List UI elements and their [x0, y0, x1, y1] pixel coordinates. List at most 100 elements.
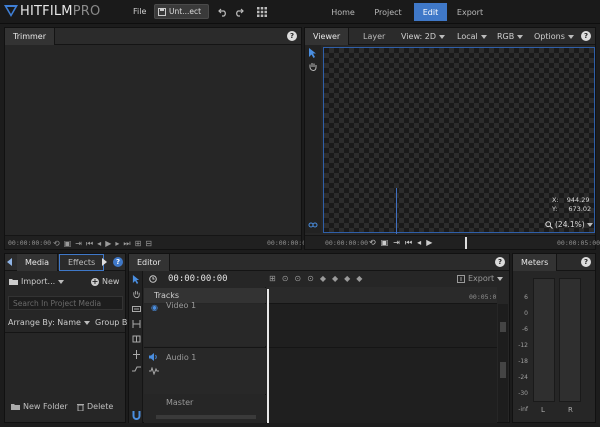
slip-tool-icon[interactable]: [130, 303, 142, 315]
delete-label: Delete: [87, 402, 114, 411]
marker-icon[interactable]: ◆: [320, 274, 326, 283]
delete-button[interactable]: Delete: [77, 402, 113, 411]
options-menu[interactable]: Options: [534, 28, 574, 45]
rate-stretch-tool-icon[interactable]: [130, 363, 142, 375]
step-back-icon[interactable]: ◂: [97, 239, 101, 249]
timeline-area[interactable]: 00:05:0: [267, 287, 497, 423]
output-icon[interactable]: ⇥: [75, 239, 82, 249]
timeline-scrollbar[interactable]: [498, 304, 508, 422]
ripple-tool-icon[interactable]: [130, 318, 142, 330]
trimmer-help-icon[interactable]: ?: [287, 31, 297, 41]
tab-effects[interactable]: Effects: [59, 254, 105, 271]
nav-tab-export[interactable]: Export: [451, 3, 489, 21]
tab-media[interactable]: Media: [17, 254, 59, 271]
grid-icon[interactable]: [255, 5, 269, 19]
go-end-icon[interactable]: ⏭: [123, 239, 130, 249]
view-mode-select[interactable]: View: 2D: [401, 28, 446, 45]
hand-tool-icon[interactable]: [130, 288, 142, 300]
select-tool-icon[interactable]: [308, 48, 317, 58]
insert-icon[interactable]: ⊞: [135, 239, 142, 249]
hand-tool-icon[interactable]: [308, 62, 318, 72]
master-track-header[interactable]: Master: [144, 395, 266, 423]
zoom-select[interactable]: (24.1%): [545, 220, 593, 229]
tab-layer[interactable]: Layer: [355, 28, 393, 45]
loop-icon[interactable]: ⟲: [53, 239, 60, 249]
meter-scale-label: -6: [522, 326, 528, 333]
nav-tab-project[interactable]: Project: [366, 3, 410, 21]
editor-export-button[interactable]: Export: [457, 274, 504, 283]
keyframe-icon[interactable]: ⊙: [294, 274, 301, 283]
overlay-icon[interactable]: ⊟: [145, 239, 152, 249]
undo-icon[interactable]: [216, 5, 230, 19]
tab-viewer[interactable]: Viewer: [305, 28, 350, 45]
media-help-icon[interactable]: ?: [113, 257, 123, 267]
play-icon[interactable]: ▶: [105, 239, 111, 249]
scroll-right-icon[interactable]: [102, 258, 108, 266]
magnet-icon[interactable]: [130, 409, 142, 421]
link-tool-icon[interactable]: [308, 221, 318, 229]
chevron-down-icon: [83, 320, 90, 325]
new-button[interactable]: + New: [91, 277, 119, 286]
video-eye-icon[interactable]: ◉: [151, 303, 158, 312]
channel-select[interactable]: RGB: [497, 28, 524, 45]
output-icon[interactable]: ⇥: [393, 238, 400, 248]
nav-tab-home[interactable]: Home: [324, 3, 362, 21]
trash-icon: [77, 403, 84, 411]
go-start-icon[interactable]: ⏮: [405, 238, 412, 248]
master-track-name: Master: [166, 398, 194, 407]
roll-tool-icon[interactable]: [130, 333, 142, 345]
arrange-by-select[interactable]: Arrange By: Name: [8, 318, 90, 327]
step-back-icon[interactable]: ◂: [417, 238, 421, 248]
editor-timecode[interactable]: 00:00:00:00: [168, 274, 228, 284]
speaker-icon[interactable]: [149, 353, 158, 361]
select-tool-icon[interactable]: [130, 273, 142, 285]
redo-icon[interactable]: [232, 5, 246, 19]
marker-all-icon[interactable]: ◆: [356, 274, 362, 283]
loop-icon[interactable]: ⟲: [369, 238, 376, 248]
tab-editor[interactable]: Editor: [129, 254, 170, 271]
scroll-left-icon[interactable]: [7, 258, 13, 266]
safe-area-icon[interactable]: ▣: [64, 239, 72, 249]
video-track-name: Video 1: [166, 301, 197, 310]
safe-area-icon[interactable]: ▣: [381, 238, 389, 248]
trimmer-timecode-left: 00:00:00:00: [8, 239, 52, 247]
media-panel: Media Effects ? Import... + New Search I…: [4, 253, 127, 423]
step-forward-icon[interactable]: ▸: [115, 239, 119, 249]
new-folder-button[interactable]: New Folder: [11, 402, 68, 411]
meters-help-icon[interactable]: ?: [581, 257, 591, 267]
timeline-ruler[interactable]: 00:05:0: [267, 287, 497, 304]
waveform-icon[interactable]: [149, 367, 159, 375]
project-save-button[interactable]: Unt...ect: [154, 4, 209, 19]
media-search-input[interactable]: Search In Project Media: [8, 296, 123, 310]
razor-tool-icon[interactable]: [130, 348, 142, 360]
play-icon[interactable]: ▶: [426, 238, 432, 248]
space-select[interactable]: Local: [457, 28, 487, 45]
tab-trimmer[interactable]: Trimmer: [5, 28, 56, 45]
trimmer-canvas[interactable]: [5, 45, 301, 233]
go-start-icon[interactable]: ⏮: [86, 239, 93, 249]
viewer-canvas[interactable]: X: 944.29 Y: 673.02 (24.1%): [323, 47, 595, 234]
file-menu[interactable]: File: [133, 7, 146, 16]
nav-tab-edit[interactable]: Edit: [414, 3, 447, 21]
viewer-help-icon[interactable]: ?: [581, 31, 591, 41]
audio-track-header[interactable]: Audio 1: [144, 348, 266, 394]
scroll-thumb-video[interactable]: [500, 322, 506, 332]
tab-meters[interactable]: Meters: [513, 254, 558, 271]
marker-in-icon[interactable]: ◆: [332, 274, 338, 283]
viewer-playhead[interactable]: [465, 237, 467, 249]
keyframe-prev-icon[interactable]: ⊙: [282, 274, 289, 283]
marker-out-icon[interactable]: ◆: [344, 274, 350, 283]
brand-name: HITFILM: [20, 4, 73, 19]
scroll-thumb-audio[interactable]: [500, 362, 506, 378]
media-list[interactable]: [5, 333, 125, 403]
editor-help-icon[interactable]: ?: [495, 257, 505, 267]
view-mode-label: View: 2D: [401, 32, 437, 41]
keyframe-next-icon[interactable]: ⊙: [307, 274, 314, 283]
group-by-select[interactable]: Group B: [95, 318, 127, 327]
video-track-header[interactable]: ◉ Video 1: [144, 301, 266, 346]
add-track-icon[interactable]: ⊞: [269, 274, 276, 283]
timeline-playhead[interactable]: [267, 289, 269, 423]
viewer-controls: 00:00:00:00 ⟲ ▣ ⇥ ⏮ ◂ ▶ 00:00:05:00: [305, 235, 600, 249]
import-button[interactable]: Import...: [9, 277, 65, 286]
master-volume-slider[interactable]: [156, 415, 256, 419]
